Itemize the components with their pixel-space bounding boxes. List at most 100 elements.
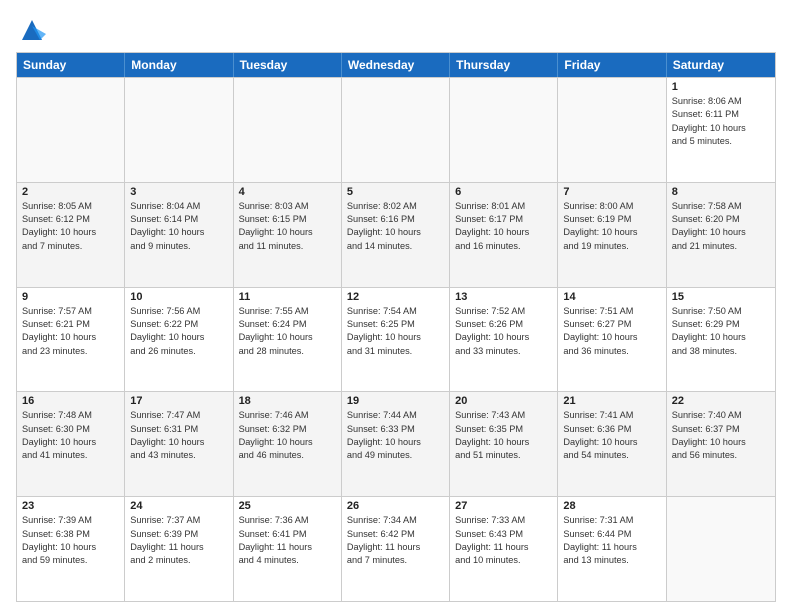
- cell-info: Sunrise: 8:02 AM Sunset: 6:16 PM Dayligh…: [347, 200, 444, 253]
- cell-info: Sunrise: 7:50 AM Sunset: 6:29 PM Dayligh…: [672, 305, 770, 358]
- day-cell-18: 18 Sunrise: 7:46 AM Sunset: 6:32 PM Dayli…: [234, 392, 342, 496]
- cell-info: Sunrise: 7:33 AM Sunset: 6:43 PM Dayligh…: [455, 514, 552, 567]
- calendar-header-row: SundayMondayTuesdayWednesdayThursdayFrid…: [17, 53, 775, 77]
- col-header-thursday: Thursday: [450, 53, 558, 77]
- day-cell-10: 10 Sunrise: 7:56 AM Sunset: 6:22 PM Dayli…: [125, 288, 233, 392]
- logo-icon: [18, 16, 46, 44]
- day-cell-15: 15 Sunrise: 7:50 AM Sunset: 6:29 PM Dayli…: [667, 288, 775, 392]
- cell-info: Sunrise: 7:47 AM Sunset: 6:31 PM Dayligh…: [130, 409, 227, 462]
- day-number: 12: [347, 291, 444, 303]
- day-number: 15: [672, 291, 770, 303]
- day-number: 11: [239, 291, 336, 303]
- day-cell-7: 7Sunrise: 8:00 AM Sunset: 6:19 PM Daylig…: [558, 183, 666, 287]
- day-cell-5: 5 Sunrise: 8:02 AM Sunset: 6:16 PM Daylig…: [342, 183, 450, 287]
- day-cell-4: 4 Sunrise: 8:03 AM Sunset: 6:15 PM Daylig…: [234, 183, 342, 287]
- cell-info: Sunrise: 8:00 AM Sunset: 6:19 PM Dayligh…: [563, 200, 660, 253]
- cell-info: Sunrise: 7:34 AM Sunset: 6:42 PM Dayligh…: [347, 514, 444, 567]
- day-cell-23: 23 Sunrise: 7:39 AM Sunset: 6:38 PM Dayli…: [17, 497, 125, 601]
- col-header-wednesday: Wednesday: [342, 53, 450, 77]
- empty-cell: [17, 78, 125, 182]
- day-cell-19: 19 Sunrise: 7:44 AM Sunset: 6:33 PM Dayli…: [342, 392, 450, 496]
- day-cell-22: 22 Sunrise: 7:40 AM Sunset: 6:37 PM Dayli…: [667, 392, 775, 496]
- cell-info: Sunrise: 7:44 AM Sunset: 6:33 PM Dayligh…: [347, 409, 444, 462]
- day-number: 5: [347, 186, 444, 198]
- col-header-monday: Monday: [125, 53, 233, 77]
- day-number: 17: [130, 395, 227, 407]
- day-number: 27: [455, 500, 552, 512]
- day-cell-8: 8 Sunrise: 7:58 AM Sunset: 6:20 PM Daylig…: [667, 183, 775, 287]
- cell-info: Sunrise: 7:46 AM Sunset: 6:32 PM Dayligh…: [239, 409, 336, 462]
- cell-info: Sunrise: 8:04 AM Sunset: 6:14 PM Dayligh…: [130, 200, 227, 253]
- empty-cell: [558, 78, 666, 182]
- day-cell-28: 28 Sunrise: 7:31 AM Sunset: 6:44 PM Dayli…: [558, 497, 666, 601]
- day-number: 22: [672, 395, 770, 407]
- week-row-2: 9 Sunrise: 7:57 AM Sunset: 6:21 PM Daylig…: [17, 287, 775, 392]
- day-number: 9: [22, 291, 119, 303]
- col-header-sunday: Sunday: [17, 53, 125, 77]
- page: SundayMondayTuesdayWednesdayThursdayFrid…: [0, 0, 792, 612]
- empty-cell: [450, 78, 558, 182]
- day-cell-13: 13 Sunrise: 7:52 AM Sunset: 6:26 PM Dayli…: [450, 288, 558, 392]
- day-number: 23: [22, 500, 119, 512]
- cell-info: Sunrise: 7:56 AM Sunset: 6:22 PM Dayligh…: [130, 305, 227, 358]
- cell-info: Sunrise: 7:39 AM Sunset: 6:38 PM Dayligh…: [22, 514, 119, 567]
- cell-info: Sunrise: 7:57 AM Sunset: 6:21 PM Dayligh…: [22, 305, 119, 358]
- day-number: 3: [130, 186, 227, 198]
- calendar-body: 1Sunrise: 8:06 AM Sunset: 6:11 PM Daylig…: [17, 77, 775, 601]
- day-number: 16: [22, 395, 119, 407]
- day-cell-25: 25 Sunrise: 7:36 AM Sunset: 6:41 PM Dayli…: [234, 497, 342, 601]
- day-number: 1: [672, 81, 770, 93]
- empty-cell: [342, 78, 450, 182]
- day-cell-1: 1Sunrise: 8:06 AM Sunset: 6:11 PM Daylig…: [667, 78, 775, 182]
- day-cell-3: 3 Sunrise: 8:04 AM Sunset: 6:14 PM Daylig…: [125, 183, 233, 287]
- day-number: 18: [239, 395, 336, 407]
- day-cell-21: 21Sunrise: 7:41 AM Sunset: 6:36 PM Dayli…: [558, 392, 666, 496]
- col-header-friday: Friday: [558, 53, 666, 77]
- day-number: 19: [347, 395, 444, 407]
- day-number: 20: [455, 395, 552, 407]
- day-number: 28: [563, 500, 660, 512]
- cell-info: Sunrise: 8:03 AM Sunset: 6:15 PM Dayligh…: [239, 200, 336, 253]
- week-row-0: 1Sunrise: 8:06 AM Sunset: 6:11 PM Daylig…: [17, 77, 775, 182]
- day-number: 4: [239, 186, 336, 198]
- week-row-1: 2Sunrise: 8:05 AM Sunset: 6:12 PM Daylig…: [17, 182, 775, 287]
- day-number: 8: [672, 186, 770, 198]
- day-number: 10: [130, 291, 227, 303]
- day-cell-11: 11 Sunrise: 7:55 AM Sunset: 6:24 PM Dayli…: [234, 288, 342, 392]
- day-number: 21: [563, 395, 660, 407]
- day-number: 24: [130, 500, 227, 512]
- cell-info: Sunrise: 7:48 AM Sunset: 6:30 PM Dayligh…: [22, 409, 119, 462]
- day-cell-2: 2Sunrise: 8:05 AM Sunset: 6:12 PM Daylig…: [17, 183, 125, 287]
- cell-info: Sunrise: 7:36 AM Sunset: 6:41 PM Dayligh…: [239, 514, 336, 567]
- cell-info: Sunrise: 7:31 AM Sunset: 6:44 PM Dayligh…: [563, 514, 660, 567]
- day-cell-27: 27 Sunrise: 7:33 AM Sunset: 6:43 PM Dayli…: [450, 497, 558, 601]
- empty-cell: [234, 78, 342, 182]
- cell-info: Sunrise: 7:58 AM Sunset: 6:20 PM Dayligh…: [672, 200, 770, 253]
- day-cell-26: 26 Sunrise: 7:34 AM Sunset: 6:42 PM Dayli…: [342, 497, 450, 601]
- col-header-tuesday: Tuesday: [234, 53, 342, 77]
- day-cell-24: 24 Sunrise: 7:37 AM Sunset: 6:39 PM Dayli…: [125, 497, 233, 601]
- day-cell-9: 9 Sunrise: 7:57 AM Sunset: 6:21 PM Daylig…: [17, 288, 125, 392]
- week-row-4: 23 Sunrise: 7:39 AM Sunset: 6:38 PM Dayli…: [17, 496, 775, 601]
- week-row-3: 16 Sunrise: 7:48 AM Sunset: 6:30 PM Dayli…: [17, 391, 775, 496]
- header: [16, 16, 776, 44]
- cell-info: Sunrise: 7:52 AM Sunset: 6:26 PM Dayligh…: [455, 305, 552, 358]
- day-number: 13: [455, 291, 552, 303]
- cell-info: Sunrise: 8:01 AM Sunset: 6:17 PM Dayligh…: [455, 200, 552, 253]
- day-cell-16: 16 Sunrise: 7:48 AM Sunset: 6:30 PM Dayli…: [17, 392, 125, 496]
- cell-info: Sunrise: 7:55 AM Sunset: 6:24 PM Dayligh…: [239, 305, 336, 358]
- day-cell-14: 14 Sunrise: 7:51 AM Sunset: 6:27 PM Dayli…: [558, 288, 666, 392]
- day-number: 14: [563, 291, 660, 303]
- day-cell-12: 12Sunrise: 7:54 AM Sunset: 6:25 PM Dayli…: [342, 288, 450, 392]
- day-cell-17: 17 Sunrise: 7:47 AM Sunset: 6:31 PM Dayli…: [125, 392, 233, 496]
- cell-info: Sunrise: 7:43 AM Sunset: 6:35 PM Dayligh…: [455, 409, 552, 462]
- cell-info: Sunrise: 7:37 AM Sunset: 6:39 PM Dayligh…: [130, 514, 227, 567]
- day-number: 25: [239, 500, 336, 512]
- empty-cell: [125, 78, 233, 182]
- day-number: 26: [347, 500, 444, 512]
- empty-cell: [667, 497, 775, 601]
- cell-info: Sunrise: 7:51 AM Sunset: 6:27 PM Dayligh…: [563, 305, 660, 358]
- cell-info: Sunrise: 7:40 AM Sunset: 6:37 PM Dayligh…: [672, 409, 770, 462]
- day-number: 6: [455, 186, 552, 198]
- day-cell-20: 20 Sunrise: 7:43 AM Sunset: 6:35 PM Dayli…: [450, 392, 558, 496]
